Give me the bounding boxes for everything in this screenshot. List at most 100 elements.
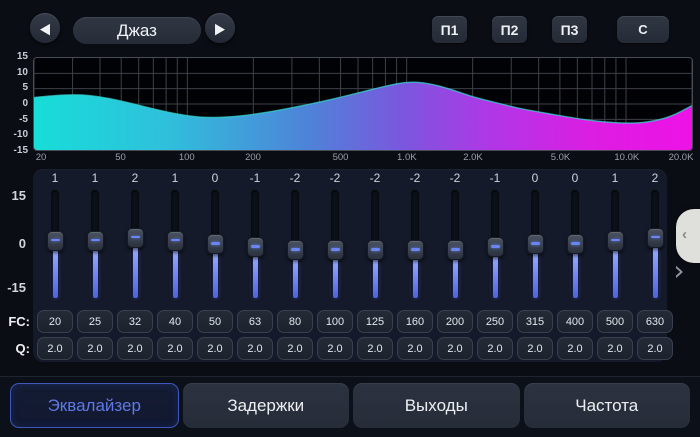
slider-scale-mid: 0 <box>0 236 26 251</box>
preset-next-button[interactable]: ▶ <box>205 13 235 43</box>
band-q-button-500[interactable]: 2.0 <box>597 337 633 360</box>
band-fc-button-25[interactable]: 25 <box>77 310 113 333</box>
band-slider-thumb-63[interactable] <box>247 237 264 257</box>
band-fc-button-40[interactable]: 40 <box>157 310 193 333</box>
tab-delays[interactable]: Задержки <box>183 383 350 428</box>
preset-name[interactable]: Джаз <box>73 17 201 44</box>
band-slider-thumb-160[interactable] <box>407 240 424 260</box>
band-q-button-400[interactable]: 2.0 <box>557 337 593 360</box>
band-fc-button-315[interactable]: 315 <box>517 310 553 333</box>
x-axis-label: 20 <box>36 152 47 163</box>
band-slider-fill-200 <box>453 259 458 298</box>
band-gain-value-63: -1 <box>240 171 270 185</box>
band-slider-fill-315 <box>533 253 538 298</box>
screen-edge-overlay-artifact: ‹ <box>676 209 700 263</box>
band-slider-thumb-200[interactable] <box>447 240 464 260</box>
band-q-button-200[interactable]: 2.0 <box>437 337 473 360</box>
arrow-left-icon: ◀ <box>40 21 50 36</box>
band-fc-button-63[interactable]: 63 <box>237 310 273 333</box>
band-slider-thumb-400[interactable] <box>567 234 584 254</box>
x-axis-label: 50 <box>115 152 126 163</box>
y-axis-label: 5 <box>0 82 28 94</box>
band-q-button-25[interactable]: 2.0 <box>77 337 113 360</box>
x-axis-label: 100 <box>179 152 195 163</box>
band-fc-button-160[interactable]: 160 <box>397 310 433 333</box>
band-slider-thumb-25[interactable] <box>87 231 104 251</box>
band-slider-fill-80 <box>293 259 298 298</box>
band-fc-button-400[interactable]: 400 <box>557 310 593 333</box>
band-q-button-40[interactable]: 2.0 <box>157 337 193 360</box>
band-fc-button-100[interactable]: 100 <box>317 310 353 333</box>
slider-scale-max: 15 <box>0 188 26 203</box>
band-slider-thumb-125[interactable] <box>367 240 384 260</box>
band-slider-thumb-630[interactable] <box>647 228 664 248</box>
band-slider-fill-40 <box>173 250 178 298</box>
frequency-response-plot <box>33 57 693 151</box>
memory-button-p1[interactable]: П1 <box>432 16 467 43</box>
band-slider-thumb-32[interactable] <box>127 228 144 248</box>
band-q-button-100[interactable]: 2.0 <box>317 337 353 360</box>
band-fc-button-80[interactable]: 80 <box>277 310 313 333</box>
band-fc-button-500[interactable]: 500 <box>597 310 633 333</box>
x-axis-label: 1.0K <box>397 152 417 163</box>
y-axis-label: 15 <box>0 51 28 63</box>
band-gain-value-32: 2 <box>120 171 150 185</box>
x-axis-label: 2.0K <box>463 152 483 163</box>
band-slider-thumb-50[interactable] <box>207 234 224 254</box>
band-fc-button-20[interactable]: 20 <box>37 310 73 333</box>
memory-button-p2[interactable]: П2 <box>492 16 527 43</box>
band-fc-button-630[interactable]: 630 <box>637 310 673 333</box>
band-fc-button-125[interactable]: 125 <box>357 310 393 333</box>
band-slider-fill-50 <box>213 253 218 298</box>
band-slider-thumb-20[interactable] <box>47 231 64 251</box>
band-slider-fill-100 <box>333 259 338 298</box>
band-slider-fill-63 <box>253 256 258 298</box>
tab-equalizer[interactable]: Эквалайзер <box>10 383 179 428</box>
band-q-button-160[interactable]: 2.0 <box>397 337 433 360</box>
band-slider-thumb-100[interactable] <box>327 240 344 260</box>
equalizer-screen: { "header": { "preset_name": "Джаз", "pr… <box>0 0 700 437</box>
y-axis-label: -10 <box>0 129 28 141</box>
band-gain-value-50: 0 <box>200 171 230 185</box>
y-axis-label: 10 <box>0 67 28 79</box>
band-fc-button-250[interactable]: 250 <box>477 310 513 333</box>
band-slider-fill-125 <box>373 259 378 298</box>
fc-row-label: FC: <box>0 314 30 329</box>
bottom-tab-bar: ЭквалайзерЗадержкиВыходыЧастота <box>0 376 700 437</box>
band-q-button-125[interactable]: 2.0 <box>357 337 393 360</box>
tab-outputs[interactable]: Выходы <box>353 383 520 428</box>
band-slider-thumb-500[interactable] <box>607 231 624 251</box>
memory-button-p3[interactable]: П3 <box>552 16 587 43</box>
band-slider-thumb-315[interactable] <box>527 234 544 254</box>
band-q-button-50[interactable]: 2.0 <box>197 337 233 360</box>
slider-scale-min: -15 <box>0 280 26 295</box>
y-axis-label: -15 <box>0 145 28 157</box>
tab-frequency[interactable]: Частота <box>524 383 691 428</box>
band-gain-value-40: 1 <box>160 171 190 185</box>
band-slider-thumb-80[interactable] <box>287 240 304 260</box>
arrow-right-icon: ▶ <box>215 21 225 36</box>
band-q-button-32[interactable]: 2.0 <box>117 337 153 360</box>
reset-button[interactable]: C <box>617 16 669 43</box>
x-axis-label: 500 <box>333 152 349 163</box>
band-slider-thumb-40[interactable] <box>167 231 184 251</box>
x-axis-label: 20.0K <box>669 152 694 163</box>
band-gain-value-80: -2 <box>280 171 310 185</box>
band-q-button-20[interactable]: 2.0 <box>37 337 73 360</box>
band-gain-value-20: 1 <box>40 171 70 185</box>
band-slider-fill-25 <box>93 250 98 298</box>
band-fc-button-50[interactable]: 50 <box>197 310 233 333</box>
band-gain-value-630: 2 <box>640 171 670 185</box>
band-q-button-630[interactable]: 2.0 <box>637 337 673 360</box>
preset-prev-button[interactable]: ◀ <box>30 13 60 43</box>
band-fc-button-32[interactable]: 32 <box>117 310 153 333</box>
band-q-button-250[interactable]: 2.0 <box>477 337 513 360</box>
band-q-button-80[interactable]: 2.0 <box>277 337 313 360</box>
y-axis-label: -5 <box>0 114 28 126</box>
band-gain-value-100: -2 <box>320 171 350 185</box>
band-q-button-315[interactable]: 2.0 <box>517 337 553 360</box>
band-fc-button-200[interactable]: 200 <box>437 310 473 333</box>
band-q-button-63[interactable]: 2.0 <box>237 337 273 360</box>
band-slider-fill-20 <box>53 250 58 298</box>
band-slider-thumb-250[interactable] <box>487 237 504 257</box>
